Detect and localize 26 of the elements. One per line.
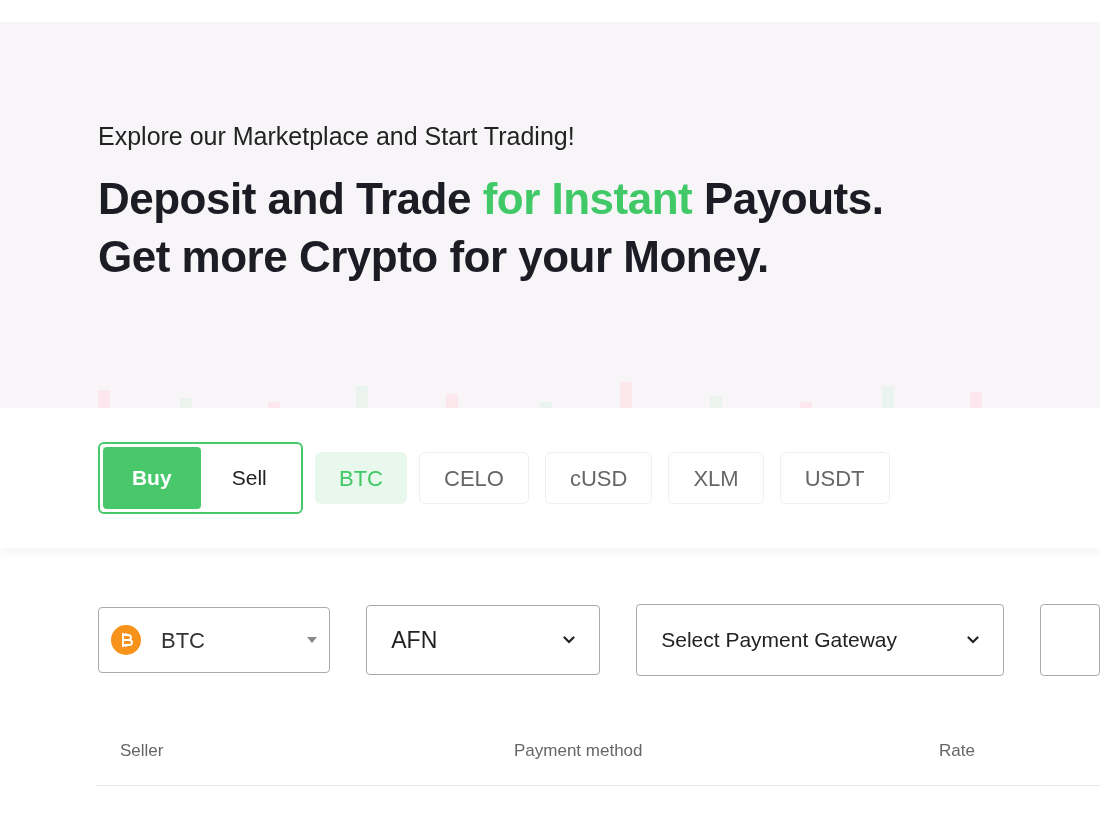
coin-tab[interactable]: CELO <box>419 452 529 504</box>
candle <box>268 402 280 408</box>
coin-select[interactable]: BTC <box>98 607 331 673</box>
candle <box>970 392 982 408</box>
extra-filter-field[interactable] <box>1040 604 1100 676</box>
caret-down-icon <box>307 637 318 643</box>
payment-gateway-select[interactable]: Select Payment Gateway <box>636 604 1004 676</box>
candle <box>800 402 812 408</box>
chevron-down-icon <box>563 636 576 644</box>
candle <box>446 394 458 408</box>
candle <box>98 390 110 408</box>
bitcoin-icon <box>111 625 141 655</box>
hero-subheadline: Get more Crypto for your Money. <box>98 231 770 283</box>
column-header: Payment method <box>514 739 644 762</box>
hero-eyebrow: Explore our Marketplace and Start Trading! <box>98 121 576 152</box>
coin-value: BTC <box>161 626 206 655</box>
chevron-down-icon <box>967 636 979 644</box>
coin-tab[interactable]: cUSD <box>544 452 653 504</box>
coin-tab[interactable]: USDT <box>779 452 890 504</box>
column-header: Seller <box>119 739 165 762</box>
candle <box>620 382 632 408</box>
column-header: Rate <box>939 739 975 762</box>
currency-select[interactable]: AFN <box>366 605 601 675</box>
trade-tab[interactable]: Sell <box>200 447 298 509</box>
coin-tab[interactable]: XLM <box>668 452 764 504</box>
hero-headline: Deposit and Trade for Instant Payouts. <box>98 173 885 225</box>
